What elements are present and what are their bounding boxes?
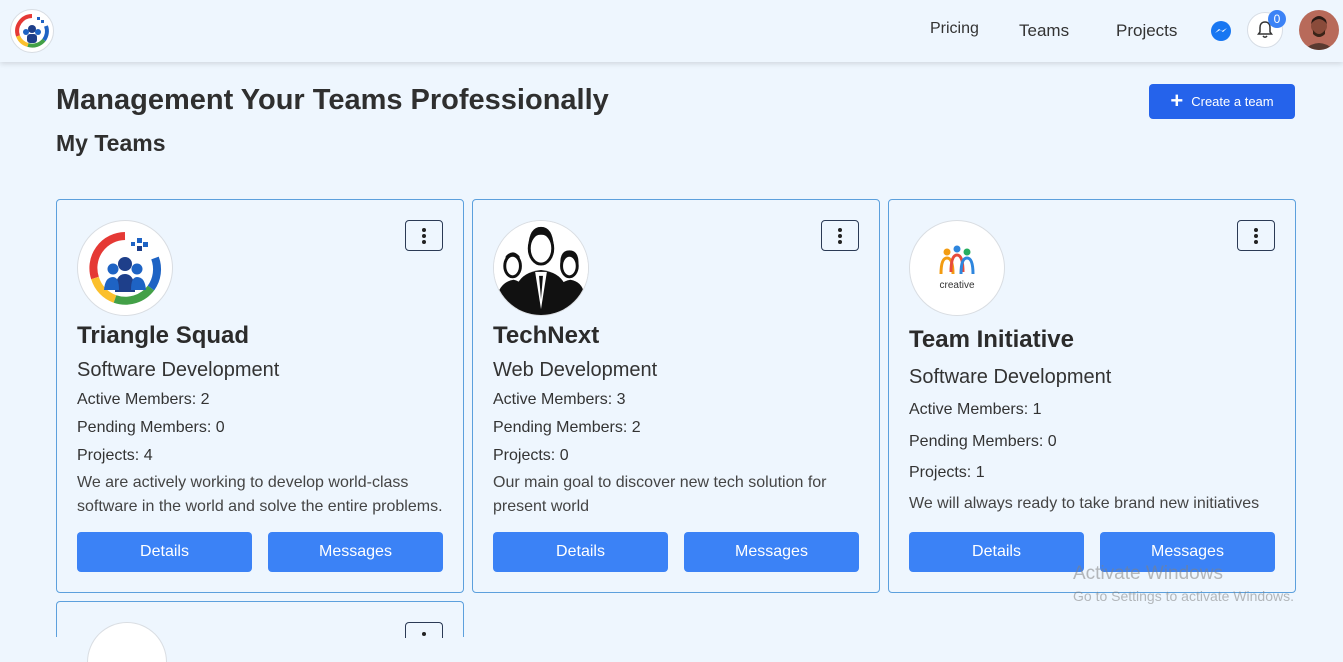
team-pending-members: Pending Members: 0 bbox=[909, 433, 1057, 450]
create-team-button[interactable]: + Create a team bbox=[1149, 84, 1295, 119]
windows-watermark-subtitle: Go to Settings to activate Windows. bbox=[1073, 588, 1294, 604]
team-logo: creative bbox=[909, 220, 1005, 316]
team-card bbox=[56, 601, 464, 662]
team-projects: Projects: 0 bbox=[493, 447, 569, 464]
team-name: TechNext bbox=[493, 322, 600, 349]
app-logo-icon bbox=[15, 14, 49, 48]
card-menu-button[interactable] bbox=[405, 220, 443, 251]
team-active-members: Active Members: 3 bbox=[493, 391, 626, 408]
messages-button[interactable]: Messages bbox=[268, 532, 443, 572]
card-menu-button[interactable] bbox=[1237, 220, 1275, 251]
messages-button[interactable]: Messages bbox=[684, 532, 859, 572]
kebab-menu-icon bbox=[1254, 227, 1258, 244]
team-description: Our main goal to discover new tech solut… bbox=[493, 474, 827, 515]
kebab-menu-icon bbox=[838, 227, 842, 244]
team-description: We are actively working to develop world… bbox=[77, 474, 443, 515]
team-active-members: Active Members: 2 bbox=[77, 391, 210, 408]
nav-link-pricing[interactable]: Pricing bbox=[930, 20, 979, 38]
navbar: Pricing Teams Projects 0 bbox=[0, 0, 1343, 62]
app-logo[interactable] bbox=[10, 9, 54, 53]
details-button[interactable]: Details bbox=[77, 532, 252, 572]
team-category: Web Development bbox=[493, 359, 658, 381]
svg-text:creative: creative bbox=[939, 280, 974, 291]
team-name: Triangle Squad bbox=[77, 322, 250, 349]
team-people-icon bbox=[494, 221, 588, 315]
plus-icon: + bbox=[1170, 87, 1184, 113]
team-emblem-icon bbox=[89, 232, 161, 305]
details-button[interactable]: Details bbox=[909, 532, 1084, 572]
team-active-members: Active Members: 1 bbox=[909, 401, 1042, 418]
team-card: Triangle Squad Software Development Acti… bbox=[56, 199, 464, 593]
team-projects: Projects: 1 bbox=[909, 464, 985, 481]
card-menu-button[interactable] bbox=[821, 220, 859, 251]
team-name: Team Initiative bbox=[909, 326, 1074, 353]
team-category: Software Development bbox=[909, 366, 1112, 388]
team-card: TechNext Web Development Active Members:… bbox=[472, 199, 880, 593]
team-pending-members: Pending Members: 2 bbox=[493, 419, 641, 436]
user-avatar[interactable] bbox=[1299, 10, 1339, 50]
team-logo bbox=[77, 220, 173, 316]
team-creative-icon: creative bbox=[939, 245, 975, 291]
page-title: Management Your Teams Professionally bbox=[56, 84, 609, 116]
windows-watermark-title: Activate Windows bbox=[1073, 563, 1223, 584]
details-button[interactable]: Details bbox=[493, 532, 668, 572]
team-logo bbox=[87, 622, 167, 662]
team-description: We will always ready to take brand new i… bbox=[909, 495, 1260, 512]
nav-link-projects[interactable]: Projects bbox=[1116, 21, 1177, 41]
card-menu-button[interactable] bbox=[405, 622, 443, 638]
team-logo bbox=[493, 220, 589, 316]
notification-badge: 0 bbox=[1268, 10, 1286, 28]
section-title: My Teams bbox=[56, 130, 166, 156]
team-card: creative Team Initiative Software Develo… bbox=[888, 199, 1296, 593]
team-projects: Projects: 4 bbox=[77, 447, 153, 464]
nav-link-teams[interactable]: Teams bbox=[1019, 21, 1069, 41]
team-pending-members: Pending Members: 0 bbox=[77, 419, 225, 436]
kebab-menu-icon bbox=[422, 227, 426, 244]
team-category: Software Development bbox=[77, 359, 280, 381]
create-team-label: Create a team bbox=[1191, 94, 1274, 109]
messenger-icon[interactable] bbox=[1210, 20, 1232, 42]
